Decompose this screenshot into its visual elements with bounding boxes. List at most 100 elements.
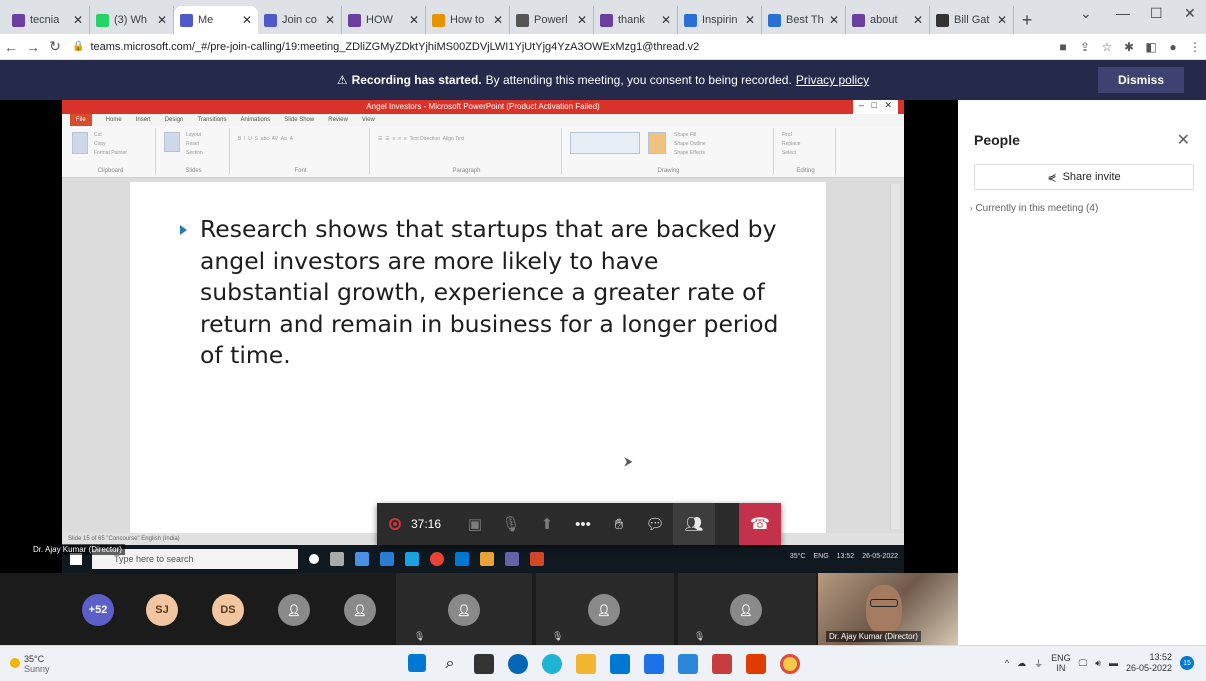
in-meeting-section[interactable]: › Currently in this meeting (4) xyxy=(970,203,1098,214)
mail-icon[interactable] xyxy=(644,654,664,674)
tab-label: thank xyxy=(618,14,645,26)
tray-chevron-icon[interactable]: ^ xyxy=(1005,658,1009,668)
browser-tab[interactable]: Best Th ✕ xyxy=(762,6,846,34)
tabs-container: tecnia ✕ (3) Wh ✕ Me ✕ Join co ✕ HOW ✕ How to ✕ Powe… xyxy=(6,6,1014,34)
shared-app-icon xyxy=(455,552,469,566)
browser-tab[interactable]: Inspirin ✕ xyxy=(678,6,762,34)
volume-icon[interactable]: 🔊︎ xyxy=(1095,658,1101,669)
participant-avatar-person-icon[interactable]: 👤︎ xyxy=(278,594,310,626)
display-icon[interactable]: 🖵︎ xyxy=(1079,658,1088,669)
menu-icon[interactable]: ⋮ xyxy=(1184,40,1206,54)
tab-close-icon[interactable]: ✕ xyxy=(829,13,839,27)
tab-label: tecnia xyxy=(30,14,60,26)
overflow-participants-badge[interactable]: +52 xyxy=(82,594,114,626)
forward-icon[interactable]: → xyxy=(22,39,44,55)
tab-close-icon[interactable]: ✕ xyxy=(997,13,1007,27)
browser-tab[interactable]: Join co ✕ xyxy=(258,6,342,34)
participant-tile[interactable]: 👤︎ 🎙︎ xyxy=(536,573,674,645)
ribbon-group-editing: Find Replace Select Editing xyxy=(776,128,836,174)
close-window-icon[interactable]: ✕ xyxy=(1184,5,1196,22)
store-icon[interactable] xyxy=(610,654,630,674)
browser-tab[interactable]: (3) Wh ✕ xyxy=(90,6,174,34)
mic-toggle-icon[interactable]: 🎙︎ xyxy=(493,503,529,545)
browser-tab[interactable]: about ✕ xyxy=(846,6,930,34)
tab-close-icon[interactable]: ✕ xyxy=(157,13,167,27)
tab-close-icon[interactable]: ✕ xyxy=(409,13,419,27)
tab-favicon-icon xyxy=(96,13,109,27)
chrome-icon[interactable] xyxy=(780,654,800,674)
close-icon[interactable]: ✕ xyxy=(1177,130,1190,150)
share-invite-button[interactable]: ⋞ Share invite xyxy=(974,164,1194,190)
ribbon-tab: Home xyxy=(105,117,122,123)
chat-app-icon[interactable] xyxy=(508,654,528,674)
more-actions-icon[interactable]: ••• xyxy=(565,503,601,545)
search-icon[interactable]: ⌕ xyxy=(440,654,460,674)
browser-tab[interactable]: Bill Gat ✕ xyxy=(930,6,1014,34)
app-icon[interactable] xyxy=(712,654,732,674)
reload-icon[interactable]: ↻ xyxy=(44,38,66,55)
participant-tile[interactable]: 👤︎ 🎙︎ xyxy=(396,573,532,645)
minimize-icon[interactable]: — xyxy=(1116,5,1130,21)
tab-close-icon[interactable]: ✕ xyxy=(493,13,503,27)
dismiss-button[interactable]: Dismiss xyxy=(1098,67,1184,93)
participant-avatar[interactable]: SJ xyxy=(146,594,178,626)
slide-scrollbar[interactable] xyxy=(890,184,900,529)
sidepanel-icon[interactable]: ◧ xyxy=(1140,40,1162,54)
tab-close-icon[interactable]: ✕ xyxy=(661,13,671,27)
profile-avatar[interactable]: ● xyxy=(1162,40,1184,54)
file-explorer-icon[interactable] xyxy=(576,654,596,674)
shared-app-icon xyxy=(380,552,394,566)
participant-tile[interactable]: 👤︎ 🎙︎ xyxy=(678,573,816,645)
cloud-icon[interactable]: ☁ xyxy=(1017,658,1026,669)
tab-close-icon[interactable]: ✕ xyxy=(577,13,587,27)
battery-icon[interactable]: ▬ xyxy=(1109,658,1118,668)
windows-start-icon[interactable] xyxy=(408,654,426,672)
browser-tab[interactable]: HOW ✕ xyxy=(342,6,426,34)
office-icon[interactable] xyxy=(746,654,766,674)
share-icon[interactable]: ⇪ xyxy=(1074,40,1096,54)
participant-avatar[interactable]: DS xyxy=(212,594,244,626)
browser-tab[interactable]: thank ✕ xyxy=(594,6,678,34)
usb-icon[interactable]: ⏚ xyxy=(1034,657,1043,670)
camera-icon[interactable]: ■ xyxy=(1052,40,1074,54)
camera-toggle-icon[interactable]: ▣ xyxy=(457,503,493,545)
hang-up-button[interactable]: ☎︎ xyxy=(739,503,781,545)
raise-hand-icon[interactable]: ✋︎ xyxy=(601,503,637,545)
new-tab-button[interactable]: + xyxy=(1014,6,1040,34)
tab-close-icon[interactable]: ✕ xyxy=(242,13,252,27)
taskview-icon[interactable] xyxy=(474,654,494,674)
ribbon-group-font: B I U S abc AV Aa A Font xyxy=(232,128,370,174)
browser-tab[interactable]: tecnia ✕ xyxy=(6,6,90,34)
back-icon[interactable]: ← xyxy=(0,39,22,55)
bookmark-star-icon[interactable]: ☆ xyxy=(1096,40,1118,54)
weather-widget[interactable]: 35°C Sunny xyxy=(10,654,50,674)
slide-text: Research shows that startups that are ba… xyxy=(200,215,779,369)
edge-icon xyxy=(405,552,419,566)
tab-search-icon[interactable]: ⌄ xyxy=(1080,5,1092,22)
notification-badge[interactable]: 15 xyxy=(1180,656,1194,670)
tab-close-icon[interactable]: ✕ xyxy=(73,13,83,27)
tab-close-icon[interactable]: ✕ xyxy=(745,13,755,27)
privacy-policy-link[interactable]: Privacy policy xyxy=(796,73,869,87)
maximize-icon[interactable]: ☐ xyxy=(1150,5,1163,22)
tab-close-icon[interactable]: ✕ xyxy=(325,13,335,27)
share-screen-icon[interactable]: ⬆ xyxy=(529,503,565,545)
participant-avatar-person-icon[interactable]: 👤︎ xyxy=(344,594,376,626)
extensions-icon[interactable]: ✱ xyxy=(1118,40,1140,54)
chat-icon[interactable]: 💬︎ xyxy=(637,503,673,545)
ppt-window-controls: – □ ✕ xyxy=(853,100,898,114)
photos-icon[interactable] xyxy=(678,654,698,674)
edge-icon[interactable] xyxy=(542,654,562,674)
tab-close-icon[interactable]: ✕ xyxy=(913,13,923,27)
slide-bullet: Research shows that startups that are ba… xyxy=(170,214,790,372)
teams-icon xyxy=(505,552,519,566)
browser-tab[interactable]: Me ✕ xyxy=(174,6,258,34)
clock[interactable]: 13:52 26-05-2022 xyxy=(1126,652,1172,674)
language-indicator[interactable]: ENG IN xyxy=(1051,653,1071,673)
tab-favicon-icon xyxy=(768,13,781,27)
people-icon[interactable]: 👥︎ xyxy=(673,503,715,545)
browser-tab[interactable]: How to ✕ xyxy=(426,6,510,34)
url-field[interactable]: 🔒 teams.microsoft.com/_#/pre-join-callin… xyxy=(72,41,1052,53)
presenter-video[interactable]: Dr. Ajay Kumar (Director) xyxy=(818,573,958,645)
browser-tab[interactable]: Powerl ✕ xyxy=(510,6,594,34)
